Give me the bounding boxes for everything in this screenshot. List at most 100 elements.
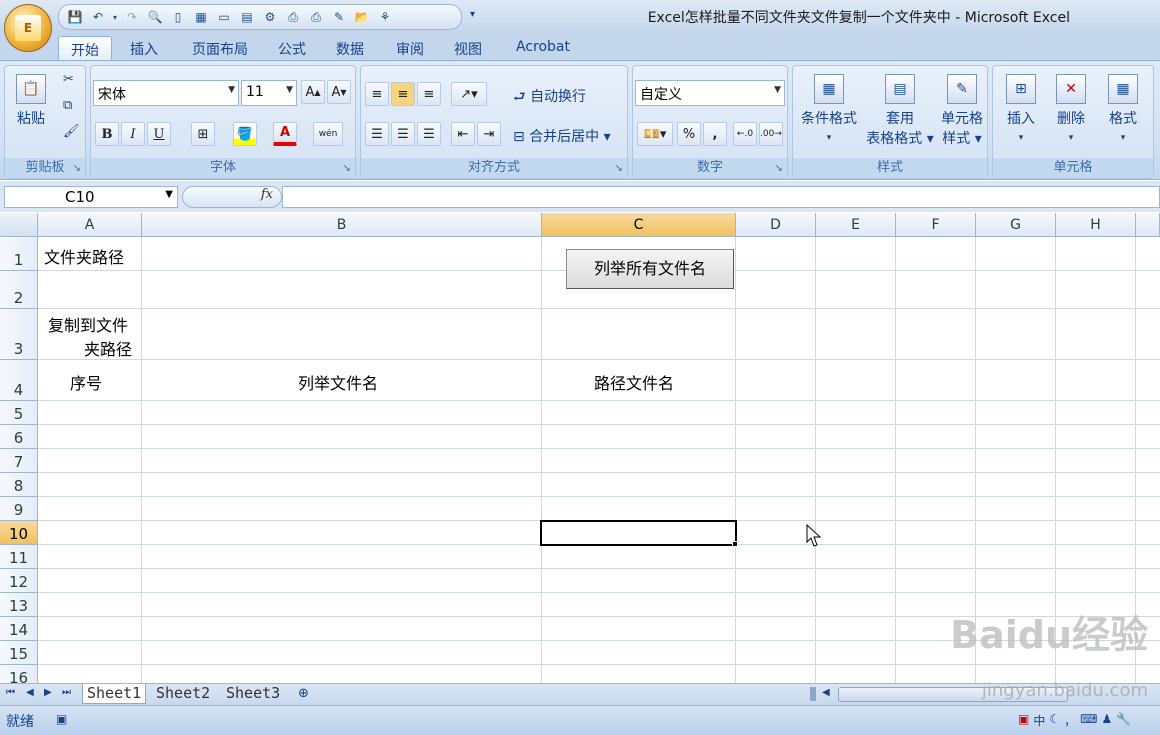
row-header-14[interactable]: 14 <box>0 617 38 641</box>
row-header-9[interactable]: 9 <box>0 497 38 521</box>
shrink-font-button[interactable]: A ▼ <box>327 80 351 104</box>
moon-icon[interactable]: ☾ <box>1049 712 1060 729</box>
align-center-icon[interactable]: ☰ <box>391 122 415 146</box>
column-header-a[interactable]: A <box>38 213 142 237</box>
row-header-4[interactable]: 4 <box>0 360 38 401</box>
keyboard-icon[interactable]: ⌨ <box>1080 712 1097 729</box>
tree-icon[interactable]: ⚘ <box>375 8 395 26</box>
select-all-corner[interactable] <box>0 213 38 237</box>
new-document-icon[interactable]: ▯ <box>168 8 188 26</box>
row-header-2[interactable]: 2 <box>0 271 38 309</box>
customize-qat-icon[interactable]: ▾ <box>470 9 475 20</box>
cell-styles-button[interactable]: ✎ 单元格 样式 ▾ <box>937 74 987 148</box>
row-header-3[interactable]: 3 <box>0 309 38 360</box>
italic-button[interactable]: I <box>121 122 145 146</box>
print-preview-icon[interactable]: 🔍 <box>145 8 165 26</box>
form-icon[interactable]: ▤ <box>237 8 257 26</box>
tab-review[interactable]: 审阅 <box>388 36 432 60</box>
dropdown-arrow-icon[interactable]: ▾ <box>111 8 119 26</box>
office-button[interactable]: E <box>4 4 52 52</box>
align-bottom-icon[interactable]: ≡ <box>417 82 441 106</box>
number-format-combo[interactable]: 自定义 ▼ <box>635 80 785 106</box>
zoom-icon[interactable]: ⚙ <box>260 8 280 26</box>
undo-icon[interactable]: ↶ <box>88 8 108 26</box>
conditional-format-button[interactable]: ▦ 条件格式 ▾ <box>797 74 861 144</box>
dialog-launcher-icon[interactable]: ↘ <box>343 163 351 174</box>
wrap-text-button[interactable]: ⮐ 自动换行 <box>513 86 586 110</box>
sheet-tab-1[interactable]: Sheet1 <box>82 684 147 704</box>
column-header-c[interactable]: C <box>542 213 736 237</box>
increase-decimal-icon[interactable]: ←.0 <box>733 122 757 146</box>
scroll-left-icon[interactable]: ◀ <box>822 687 830 698</box>
redo-icon[interactable]: ↷ <box>122 8 142 26</box>
row-header-13[interactable]: 13 <box>0 593 38 617</box>
row-header-11[interactable]: 11 <box>0 545 38 569</box>
font-name-combo[interactable]: 宋体 ▼ <box>93 80 239 106</box>
ime-punct[interactable]: ， <box>1064 712 1076 729</box>
ime-mode[interactable]: 中 <box>1033 712 1045 729</box>
ime-toolbar[interactable]: ▣ 中 ☾ ， ⌨ ♟ 🔧 <box>1018 712 1131 729</box>
sheet-tab-2[interactable]: Sheet2 <box>152 684 214 704</box>
phonetic-button[interactable]: wén <box>313 122 343 146</box>
open-folder-icon[interactable]: 📂 <box>352 8 372 26</box>
printer-icon[interactable]: ⎙ <box>283 8 303 26</box>
row-header-5[interactable]: 5 <box>0 401 38 425</box>
decrease-decimal-icon[interactable]: .00→ <box>759 122 783 146</box>
fill-handle[interactable] <box>732 541 738 547</box>
percent-button[interactable]: % <box>677 122 701 146</box>
macro-record-icon[interactable]: ▣ <box>56 712 67 726</box>
tab-home[interactable]: 开始 <box>58 36 112 60</box>
row-header-6[interactable]: 6 <box>0 425 38 449</box>
tab-acrobat[interactable]: Acrobat <box>506 36 580 60</box>
column-header-h[interactable]: H <box>1056 213 1136 237</box>
increase-indent-icon[interactable]: ⇥ <box>477 122 501 146</box>
align-top-icon[interactable]: ≡ <box>365 82 389 106</box>
currency-icon[interactable]: 💴▾ <box>637 122 673 146</box>
cell-c4[interactable]: 路径文件名 <box>594 370 674 394</box>
column-header-e[interactable]: E <box>816 213 896 237</box>
active-cell-selection[interactable] <box>540 520 737 546</box>
copy-icon[interactable]: ⧉ <box>63 98 72 113</box>
prev-sheet-icon[interactable]: ◀ <box>26 687 34 698</box>
name-box[interactable]: C10 ▼ <box>4 186 178 208</box>
first-sheet-icon[interactable]: ⏮ <box>6 687 15 698</box>
tab-data[interactable]: 数据 <box>328 36 372 60</box>
row-header-7[interactable]: 7 <box>0 449 38 473</box>
next-sheet-icon[interactable]: ▶ <box>44 687 52 698</box>
row-header-15[interactable]: 15 <box>0 641 38 665</box>
wrench-icon[interactable]: 🔧 <box>1116 712 1131 729</box>
insert-sheet-icon[interactable]: ⊕ <box>298 686 309 701</box>
row-header-1[interactable]: 1 <box>0 237 38 271</box>
cell-a4[interactable]: 序号 <box>70 370 102 394</box>
row-header-12[interactable]: 12 <box>0 569 38 593</box>
tab-insert[interactable]: 插入 <box>120 36 168 60</box>
cut-icon[interactable]: ✂ <box>63 72 74 87</box>
cell-a3-line1[interactable]: 复制到文件 <box>48 312 128 336</box>
column-header-f[interactable]: F <box>896 213 976 237</box>
dialog-launcher-icon[interactable]: ↘ <box>615 163 623 174</box>
paste-button[interactable]: 📋 粘贴 <box>11 74 51 128</box>
tab-view[interactable]: 视图 <box>446 36 490 60</box>
underline-button[interactable]: U <box>147 122 171 146</box>
dialog-launcher-icon[interactable]: ↘ <box>775 163 783 174</box>
format-painter-icon[interactable]: 🖌 <box>63 124 80 139</box>
align-left-icon[interactable]: ☰ <box>365 122 389 146</box>
row-header-8[interactable]: 8 <box>0 473 38 497</box>
align-right-icon[interactable]: ☰ <box>417 122 441 146</box>
formula-input[interactable] <box>282 186 1160 208</box>
user-icon[interactable]: ♟ <box>1101 712 1112 729</box>
list-files-macro-button[interactable]: 列举所有文件名 <box>566 249 734 289</box>
merge-center-button[interactable]: ⊟ 合并后居中 ▾ <box>513 126 611 146</box>
border-icon[interactable]: ⊞ <box>191 122 215 146</box>
row-header-10[interactable]: 10 <box>0 521 38 545</box>
dialog-launcher-icon[interactable]: ↘ <box>73 163 81 174</box>
ime-logo-icon[interactable]: ▣ <box>1018 712 1029 729</box>
sheet-tab-3[interactable]: Sheet3 <box>222 684 284 704</box>
table-icon[interactable]: ▦ <box>191 8 211 26</box>
cell-a3-line2[interactable]: 夹路径 <box>84 336 132 360</box>
cell-a1[interactable]: 文件夹路径 <box>44 244 124 268</box>
grow-font-button[interactable]: A ▲ <box>301 80 325 104</box>
column-header-b[interactable]: B <box>142 213 542 237</box>
column-header-g[interactable]: G <box>976 213 1056 237</box>
last-sheet-icon[interactable]: ⏭ <box>62 687 71 698</box>
